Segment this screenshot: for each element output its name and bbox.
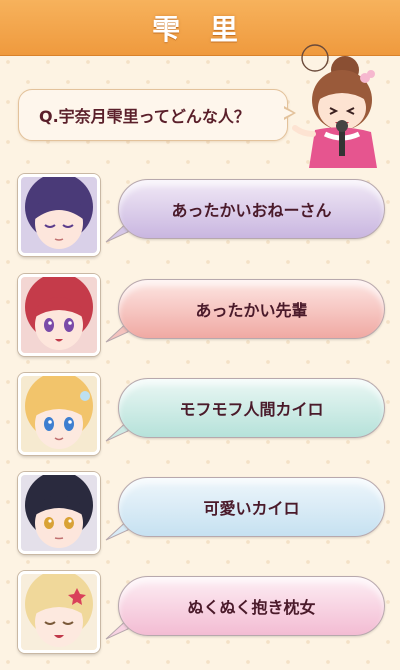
character-portrait [21, 177, 97, 253]
answer-row: あったかいおねーさん [0, 174, 400, 264]
answer-text: モフモフ人間カイロ [179, 400, 324, 419]
answer-bubble: モフモフ人間カイロ [118, 378, 385, 438]
answer-text: あったかい先輩 [195, 301, 308, 320]
answer-bubble: ぬくぬく抱き枕女 [118, 576, 385, 636]
answer-row: あったかい先輩 [0, 274, 400, 364]
answer-text: 可愛いカイロ [203, 499, 300, 518]
answer-bubble: あったかい先輩 [118, 279, 385, 339]
question-bubble: Q.宇奈月雫里ってどんな人？ [18, 89, 288, 141]
page-title: 雫 里 [152, 12, 248, 46]
answer-row: 可愛いカイロ [0, 472, 400, 562]
answer-bubble: あったかいおねーさん [118, 179, 385, 239]
character-avatar [18, 373, 100, 455]
character-avatar [18, 174, 100, 256]
character-portrait [21, 574, 97, 650]
answer-bubble: 可愛いカイロ [118, 477, 385, 537]
answer-row: ぬくぬく抱き枕女 [0, 571, 400, 661]
character-portrait [21, 475, 97, 551]
question-text: Q.宇奈月雫里ってどんな人？ [39, 107, 250, 126]
mascot-character-image [292, 44, 377, 168]
character-avatar [18, 274, 100, 356]
answer-text: あったかいおねーさん [171, 201, 332, 220]
answer-text: ぬくぬく抱き枕女 [187, 598, 316, 617]
character-portrait [21, 376, 97, 452]
character-portrait [21, 277, 97, 353]
character-avatar [18, 472, 100, 554]
character-avatar [18, 571, 100, 653]
answer-row: モフモフ人間カイロ [0, 373, 400, 463]
